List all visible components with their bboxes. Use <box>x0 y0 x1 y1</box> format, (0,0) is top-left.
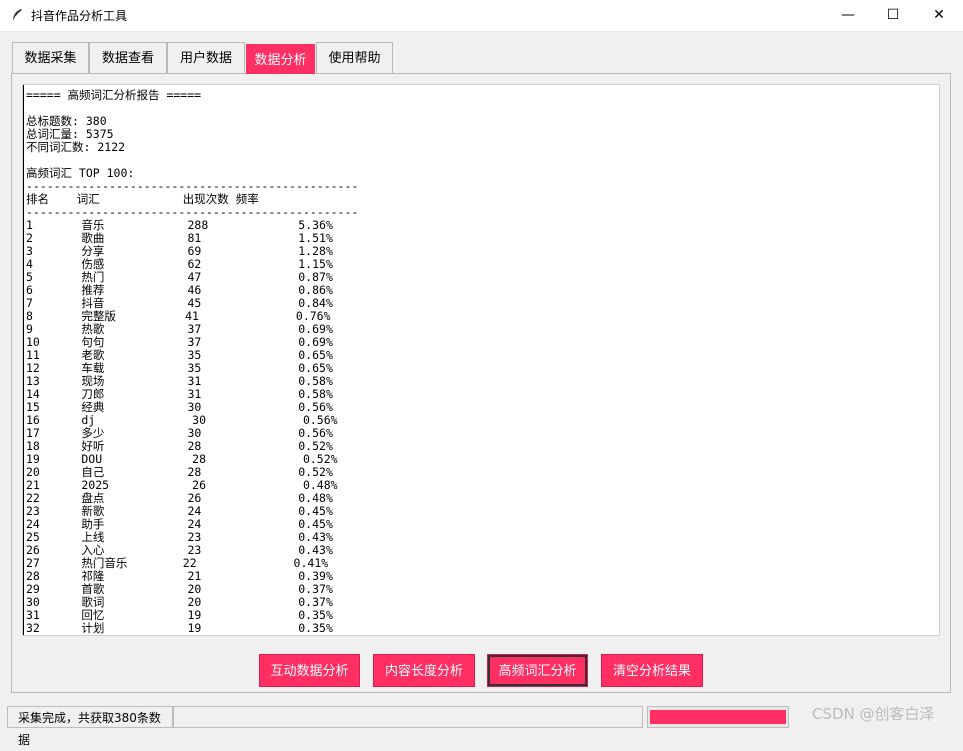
progress-bar <box>647 706 789 728</box>
content-length-analysis-button[interactable]: 内容长度分析 <box>373 654 475 687</box>
tab-data-collection[interactable]: 数据采集 <box>12 42 89 73</box>
progress-fill <box>650 710 786 724</box>
close-button[interactable]: ✕ <box>916 0 962 31</box>
status-spacer <box>173 706 643 728</box>
title-bar: 抖音作品分析工具 — ☐ ✕ <box>0 0 963 32</box>
report-content: ===== 高频词汇分析报告 ===== 总标题数: 380 总词汇量: 537… <box>26 88 359 635</box>
status-text: 采集完成，共获取380条数据 <box>7 706 173 747</box>
watermark: CSDN @创客白泽 <box>812 705 935 723</box>
tab-help[interactable]: 使用帮助 <box>316 42 393 73</box>
high-frequency-words-button[interactable]: 高频词汇分析 <box>487 654 588 687</box>
tab-user-data[interactable]: 用户数据 <box>167 42 245 73</box>
clear-results-button[interactable]: 清空分析结果 <box>601 654 703 687</box>
text-cursor-bar <box>23 85 24 635</box>
maximize-button[interactable]: ☐ <box>870 0 916 31</box>
tab-data-view[interactable]: 数据查看 <box>89 42 167 73</box>
interaction-analysis-button[interactable]: 互动数据分析 <box>259 654 360 687</box>
feather-icon <box>12 9 22 22</box>
window-title: 抖音作品分析工具 <box>31 9 128 23</box>
report-text-area[interactable]: ===== 高频词汇分析报告 ===== 总标题数: 380 总词汇量: 537… <box>22 84 940 636</box>
tab-data-analysis[interactable]: 数据分析 <box>246 44 315 74</box>
minimize-button[interactable]: — <box>825 0 871 31</box>
